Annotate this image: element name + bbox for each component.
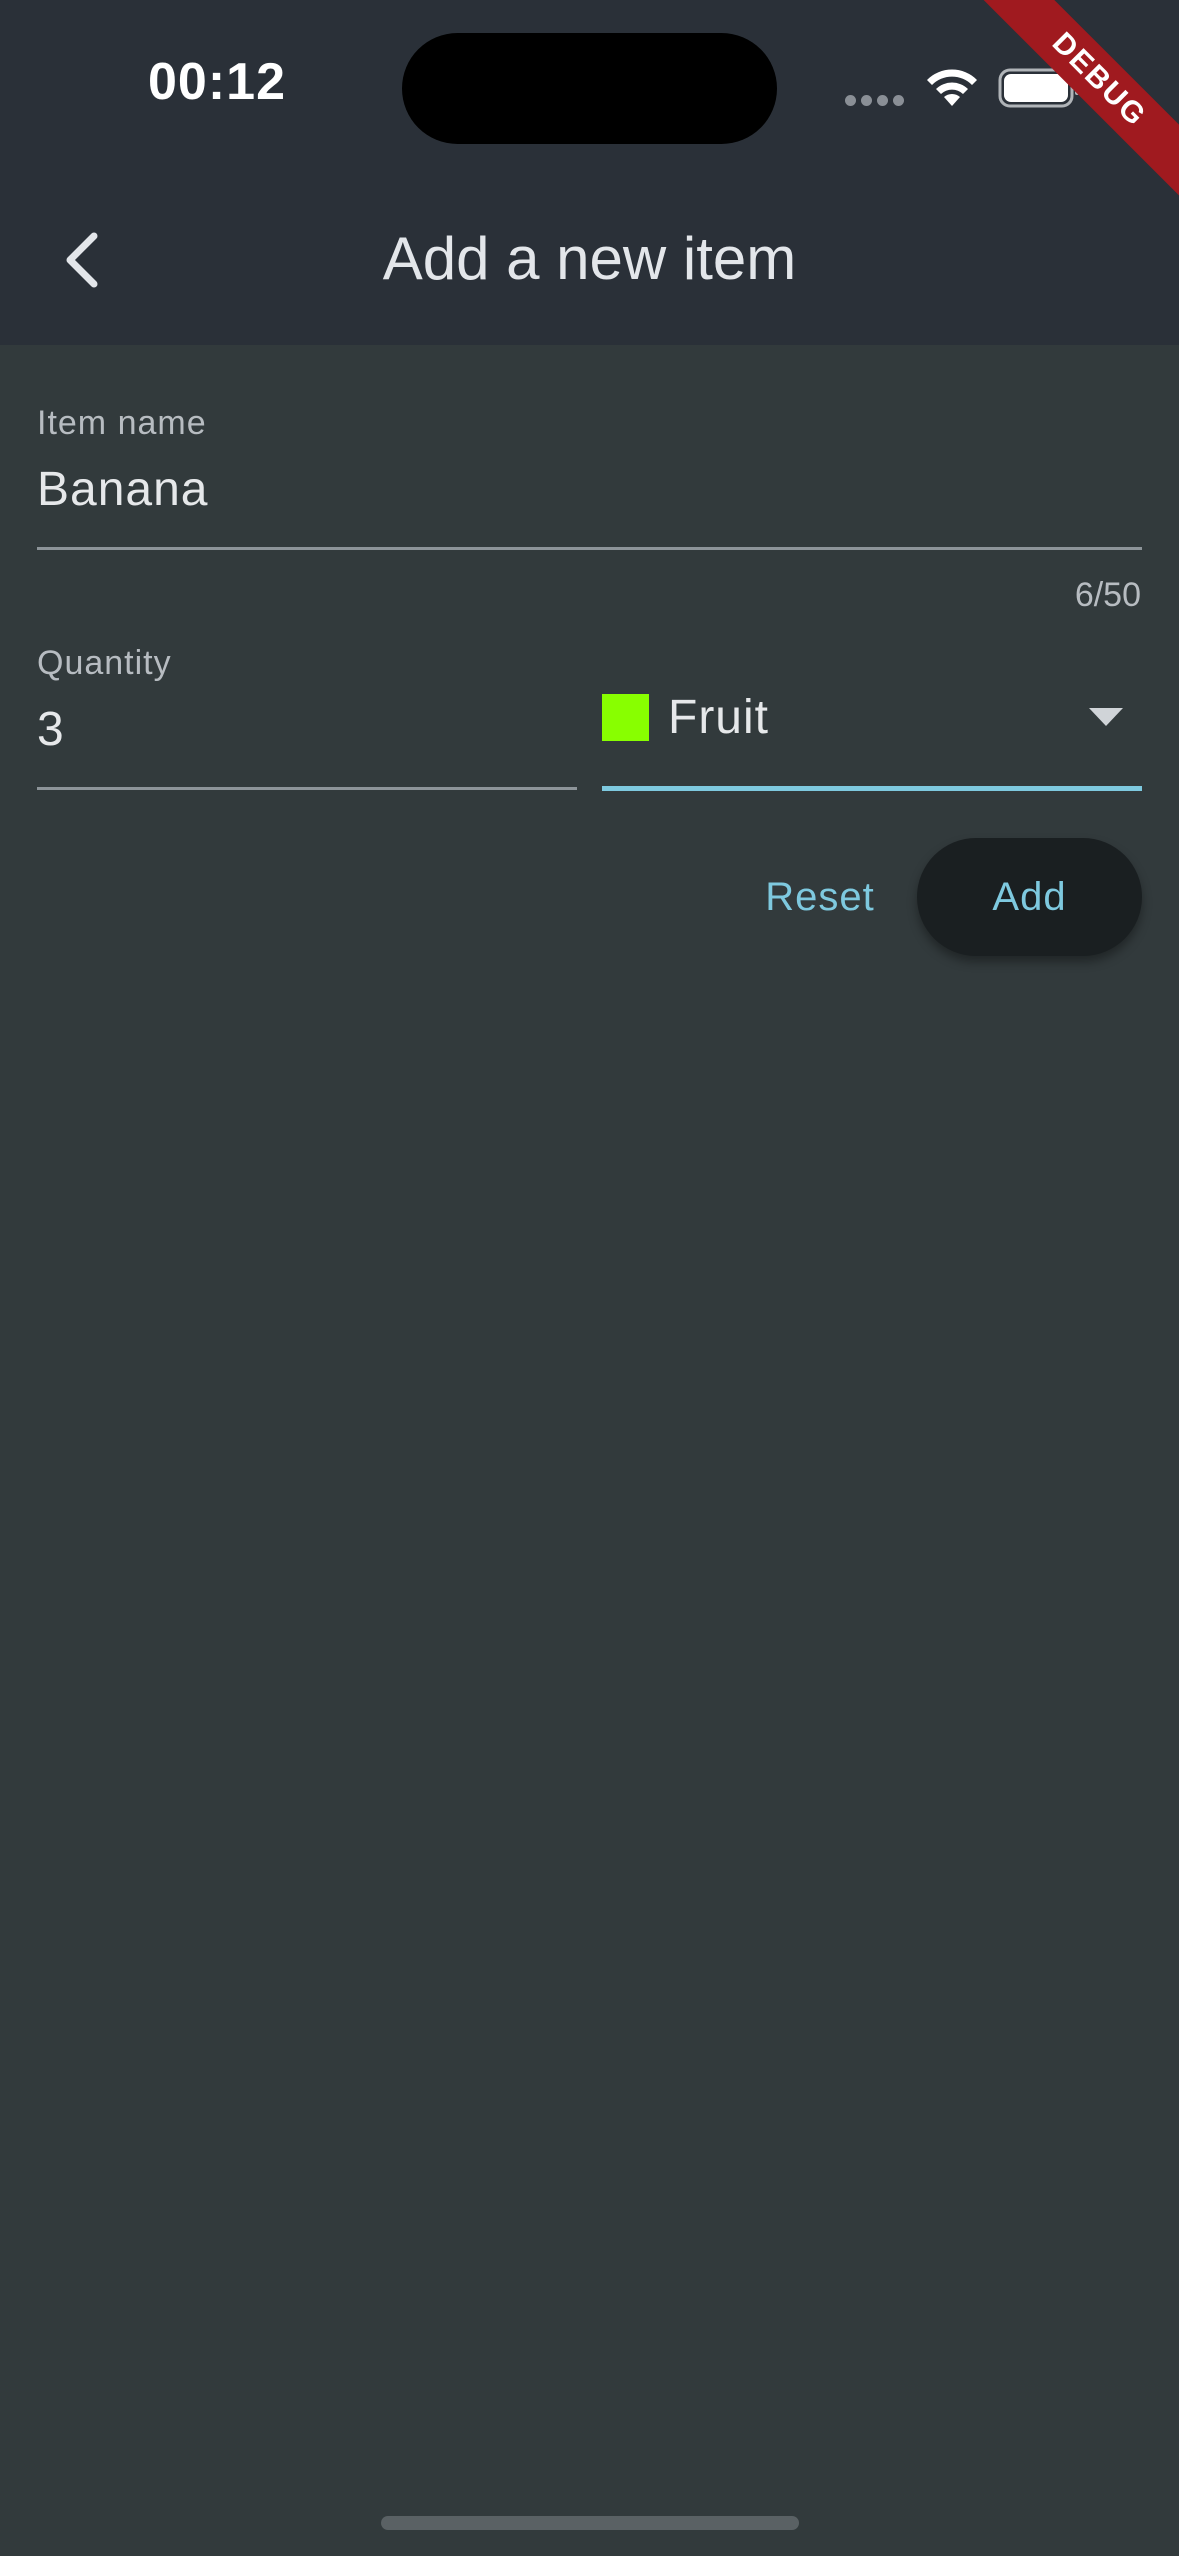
reset-button[interactable]: Reset (744, 862, 896, 932)
category-selected-value[interactable]: Fruit (668, 690, 769, 745)
character-counter: 6/50 (1074, 576, 1141, 614)
cellular-signal-icon (845, 95, 905, 109)
quantity-label: Quantity (37, 644, 172, 682)
home-indicator[interactable] (381, 2516, 799, 2530)
quantity-input[interactable]: 3 (37, 702, 65, 757)
item-name-underline (37, 547, 1142, 550)
item-name-label: Item name (37, 404, 207, 442)
add-button[interactable]: Add (917, 838, 1142, 956)
dropdown-arrow-icon[interactable] (1089, 708, 1123, 728)
app-bar: 00:12 DEBUG Add a new item (0, 0, 1179, 345)
category-underline (602, 786, 1142, 791)
category-color-swatch (602, 694, 649, 741)
status-time: 00:12 (148, 53, 286, 111)
wifi-icon (927, 69, 977, 106)
page-title: Add a new item (382, 225, 797, 292)
item-name-input[interactable]: Banana (37, 462, 209, 517)
quantity-underline (37, 787, 577, 790)
dynamic-island (402, 33, 777, 144)
add-item-screen: 00:12 DEBUG Add a new item Item name Ban… (0, 0, 1179, 2556)
